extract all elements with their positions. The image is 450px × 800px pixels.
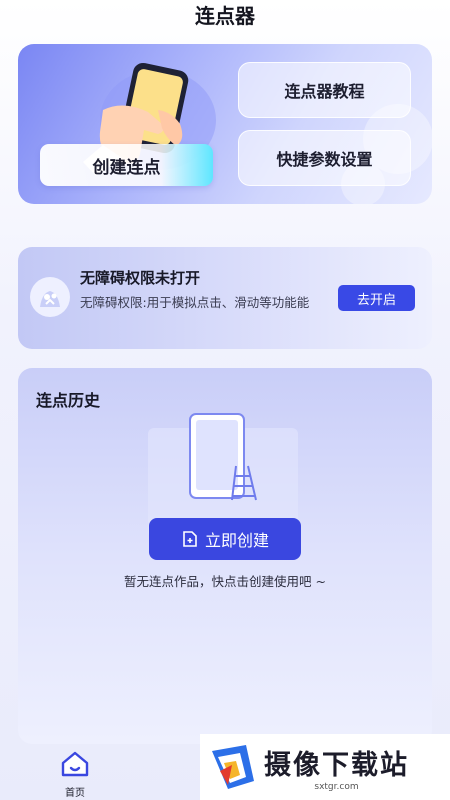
history-title: 连点历史: [36, 391, 101, 410]
nav-item-home[interactable]: 首页: [50, 750, 100, 799]
permission-title: 无障碍权限未打开: [80, 269, 201, 287]
tutorial-button[interactable]: 连点器教程: [238, 62, 411, 118]
create-now-button[interactable]: 立即创建: [149, 518, 301, 560]
enable-permission-button[interactable]: 去开启: [338, 285, 415, 311]
empty-state-text: 暂无连点作品，快点击创建使用吧 ~: [124, 574, 326, 589]
watermark-title: 摄像下载站: [264, 749, 409, 781]
permission-card: 无障碍权限未打开 无障碍权限:用于模拟点击、滑动等功能能 去开启: [18, 247, 432, 349]
watermark: 摄像下载站 sxtgr.com: [200, 734, 450, 800]
history-card: 连点历史 立即创建 暂无连点作品，快点击创建使用吧 ~: [18, 368, 432, 744]
new-document-icon: [183, 531, 197, 547]
page-title: 连点器: [195, 4, 255, 28]
nav-home-label: 首页: [65, 788, 85, 799]
quick-settings-button[interactable]: 快捷参数设置: [238, 130, 411, 186]
home-icon: [61, 751, 89, 777]
permission-description: 无障碍权限:用于模拟点击、滑动等功能能: [80, 295, 310, 310]
create-click-button[interactable]: 创建连点: [40, 144, 213, 186]
watermark-url: sxtgr.com: [314, 781, 359, 792]
watermark-logo-icon: [212, 745, 254, 789]
accessibility-icon: [30, 277, 70, 317]
top-card: 创建连点 连点器教程 快捷参数设置: [18, 44, 432, 204]
create-now-label: 立即创建: [204, 531, 269, 550]
header: 连点器: [0, 0, 450, 36]
